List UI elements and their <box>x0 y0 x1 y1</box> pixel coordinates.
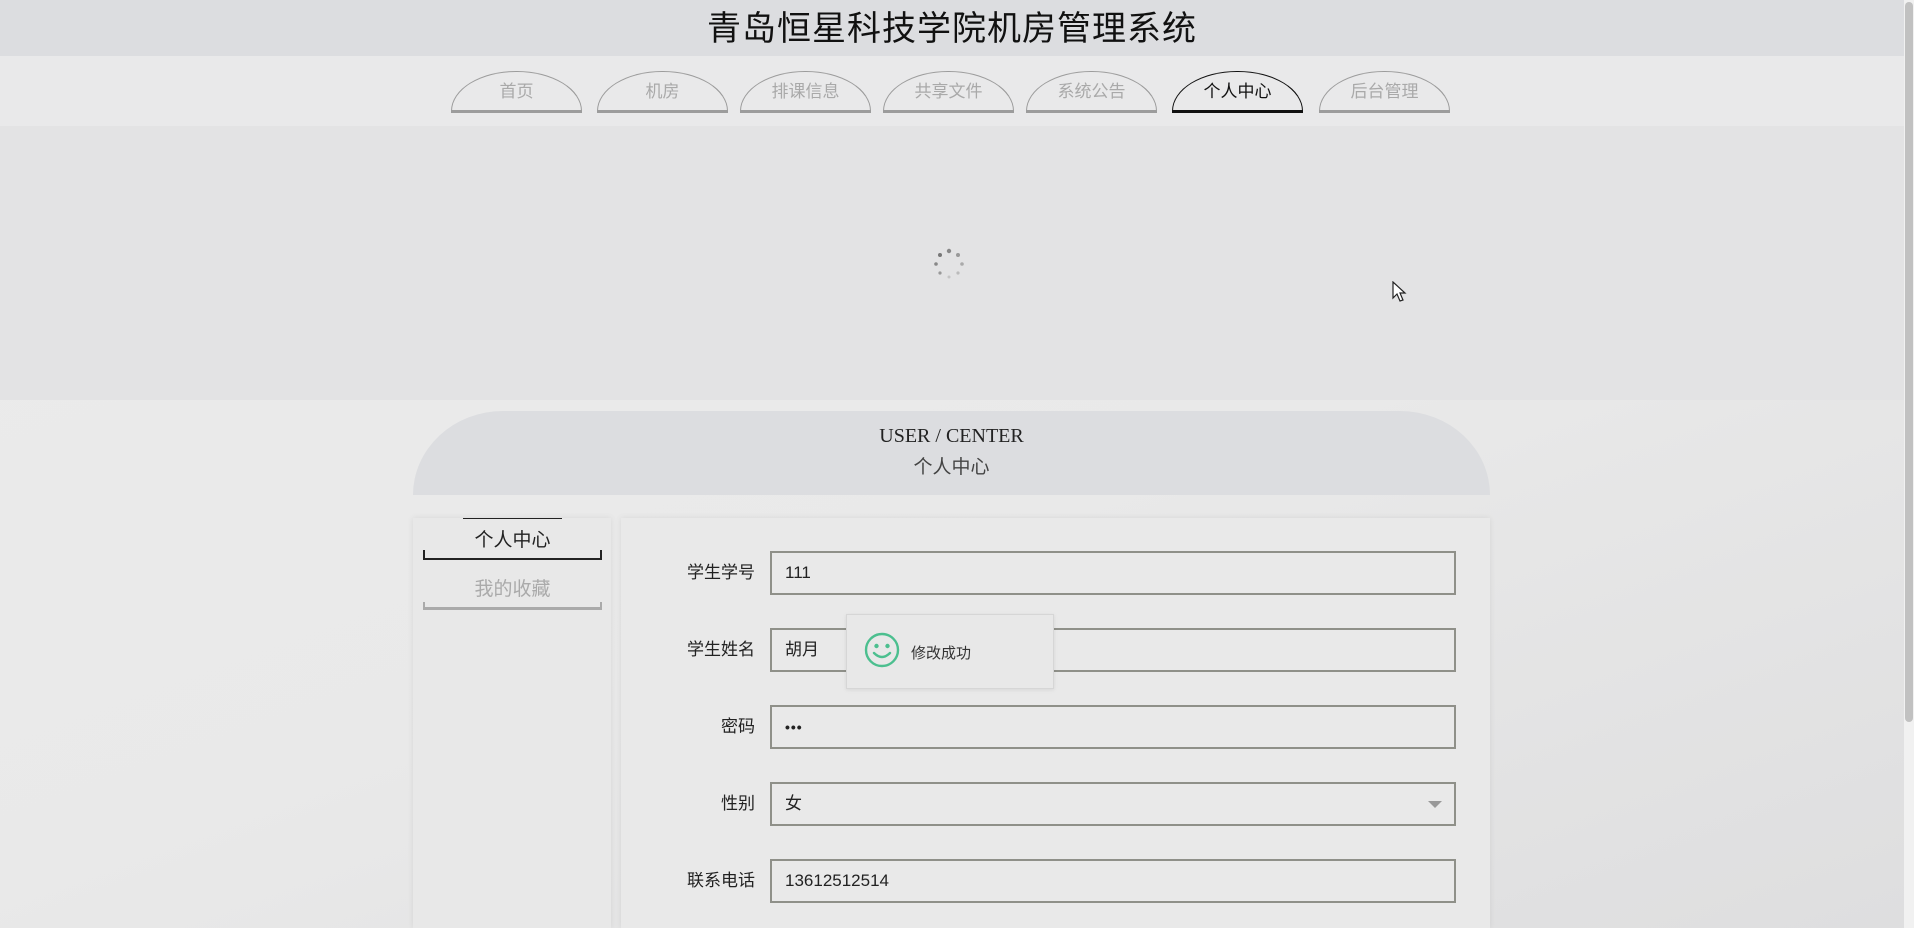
scrollbar-thumb[interactable] <box>1905 2 1913 722</box>
user-sidebar: 个人中心 我的收藏 <box>413 518 611 928</box>
toast-message: 修改成功 <box>911 644 972 662</box>
site-header: 青岛恒星科技学院机房管理系统 <box>0 0 1904 56</box>
site-title: 青岛恒星科技学院机房管理系统 <box>707 8 1197 49</box>
chevron-down-icon <box>1428 801 1442 808</box>
section-title-en: USER / CENTER <box>879 425 1024 447</box>
phone-input[interactable]: 13612512514 <box>770 859 1456 903</box>
nav-tab-admin[interactable]: 后台管理 <box>1319 71 1450 113</box>
nav-tab-home[interactable]: 首页 <box>451 71 582 113</box>
form-row-password: 密码 ••• <box>621 705 1490 749</box>
main-nav: 首页 机房 排课信息 共享文件 系统公告 个人中心 后台管理 <box>0 56 1904 126</box>
success-toast: 修改成功 <box>846 614 1054 689</box>
form-row-phone: 联系电话 13612512514 <box>621 859 1490 903</box>
gender-label: 性别 <box>721 794 755 814</box>
profile-form: 学生学号 111 学生姓名 胡月 密码 ••• 性别 女 联系电话 136125… <box>621 518 1490 928</box>
page-scrollbar[interactable] <box>1904 0 1914 928</box>
nav-tab-user-center[interactable]: 个人中心 <box>1172 71 1303 113</box>
form-row-student-name: 学生姓名 胡月 <box>621 628 1490 672</box>
nav-tab-announcements[interactable]: 系统公告 <box>1026 71 1157 113</box>
nav-tab-computer-room[interactable]: 机房 <box>597 71 728 113</box>
student-id-label: 学生学号 <box>687 563 755 583</box>
gender-selected-value: 女 <box>785 794 802 813</box>
form-row-gender: 性别 女 <box>621 782 1490 826</box>
sidebar-item-user-center[interactable]: 个人中心 <box>423 518 602 560</box>
loading-spinner-icon <box>934 248 964 279</box>
nav-tab-schedule[interactable]: 排课信息 <box>740 71 871 113</box>
student-id-input[interactable]: 111 <box>770 551 1456 595</box>
section-title-cn: 个人中心 <box>913 456 990 478</box>
mouse-cursor-icon <box>1392 281 1407 302</box>
section-header: USER / CENTER 个人中心 <box>413 411 1490 495</box>
password-label: 密码 <box>721 717 755 737</box>
form-row-student-id: 学生学号 111 <box>621 551 1490 595</box>
gender-select[interactable]: 女 <box>770 782 1456 826</box>
student-name-label: 学生姓名 <box>687 640 755 660</box>
smile-icon <box>864 632 900 668</box>
sidebar-item-favorites[interactable]: 我的收藏 <box>423 568 602 610</box>
password-input[interactable]: ••• <box>770 705 1456 749</box>
nav-tab-shared-files[interactable]: 共享文件 <box>883 71 1014 113</box>
phone-label: 联系电话 <box>687 871 755 891</box>
